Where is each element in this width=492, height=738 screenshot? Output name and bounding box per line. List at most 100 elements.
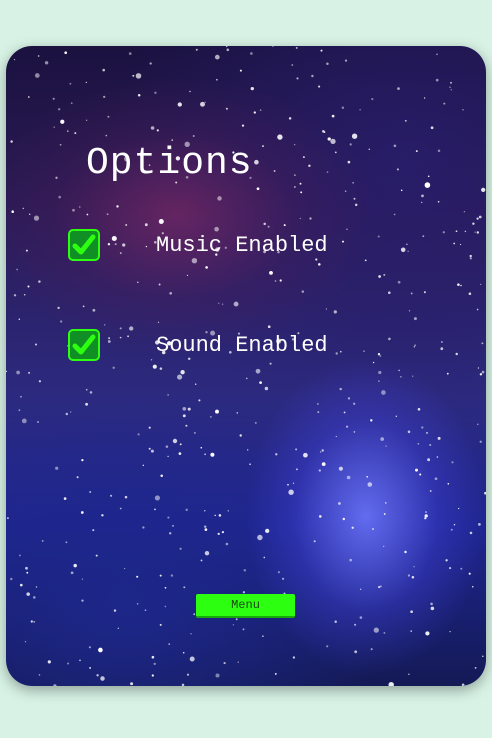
star: [96, 674, 99, 677]
star: [321, 462, 326, 466]
star: [52, 97, 55, 100]
star: [380, 437, 385, 441]
music-checkbox[interactable]: [68, 229, 100, 261]
star: [429, 443, 432, 447]
star: [22, 207, 25, 210]
star: [18, 318, 21, 320]
star: [326, 171, 329, 173]
star: [168, 643, 171, 645]
star: [400, 376, 402, 378]
star: [221, 303, 224, 306]
star: [186, 673, 190, 676]
star: [119, 507, 122, 510]
star: [33, 215, 40, 221]
star: [295, 46, 298, 49]
star: [326, 62, 329, 66]
star: [410, 610, 413, 614]
star: [453, 523, 456, 526]
star: [73, 563, 77, 568]
menu-button[interactable]: Menu: [196, 594, 295, 618]
star: [480, 283, 482, 286]
star: [59, 143, 62, 146]
star: [116, 205, 119, 208]
star: [360, 588, 362, 590]
star: [472, 222, 475, 225]
star: [247, 449, 249, 451]
star: [200, 559, 203, 562]
star: [37, 421, 39, 423]
star: [27, 285, 30, 288]
star: [441, 341, 443, 343]
star: [38, 380, 42, 383]
star: [462, 109, 464, 111]
star: [241, 124, 245, 127]
star: [58, 195, 61, 199]
star: [112, 366, 115, 370]
star: [437, 149, 441, 153]
star: [313, 540, 316, 543]
star: [407, 574, 410, 577]
star: [154, 495, 160, 501]
star: [92, 529, 95, 532]
star: [370, 648, 373, 651]
star: [88, 646, 91, 649]
star: [484, 491, 486, 495]
star: [299, 217, 301, 220]
star: [182, 406, 187, 411]
star: [65, 412, 69, 416]
star: [479, 373, 483, 376]
star: [383, 631, 386, 634]
star: [35, 586, 38, 588]
star: [194, 383, 197, 385]
star: [74, 132, 77, 135]
star: [479, 440, 482, 443]
star: [263, 222, 266, 226]
star: [85, 119, 88, 121]
star: [198, 399, 201, 402]
star: [264, 386, 269, 391]
star: [352, 181, 354, 184]
star: [279, 279, 282, 282]
star: [26, 571, 29, 574]
star: [215, 673, 220, 678]
star: [249, 463, 251, 466]
star: [128, 52, 132, 55]
star: [189, 656, 195, 662]
star: [269, 271, 273, 275]
star: [334, 620, 337, 624]
star: [333, 310, 337, 314]
star: [474, 231, 476, 233]
star: [383, 513, 386, 515]
star: [24, 641, 27, 643]
star: [156, 129, 159, 132]
star: [478, 523, 481, 526]
star: [136, 602, 139, 605]
star: [437, 200, 440, 203]
star: [449, 86, 451, 88]
star: [190, 633, 192, 635]
star: [482, 655, 484, 657]
star: [321, 449, 324, 452]
star: [425, 631, 430, 636]
star: [334, 151, 337, 154]
star: [450, 528, 453, 531]
star: [277, 134, 283, 140]
star: [481, 342, 484, 345]
star: [223, 662, 226, 665]
star: [132, 74, 135, 77]
sound-checkbox[interactable]: [68, 329, 100, 361]
star: [353, 402, 356, 405]
star: [216, 78, 218, 81]
star: [159, 623, 162, 626]
star: [137, 281, 139, 284]
star: [18, 409, 21, 412]
star: [183, 586, 186, 589]
star: [26, 592, 30, 596]
star: [359, 109, 361, 111]
star: [53, 684, 57, 686]
star: [192, 134, 195, 138]
star: [169, 532, 172, 535]
star: [82, 305, 85, 308]
star: [69, 82, 72, 85]
star: [481, 187, 486, 193]
